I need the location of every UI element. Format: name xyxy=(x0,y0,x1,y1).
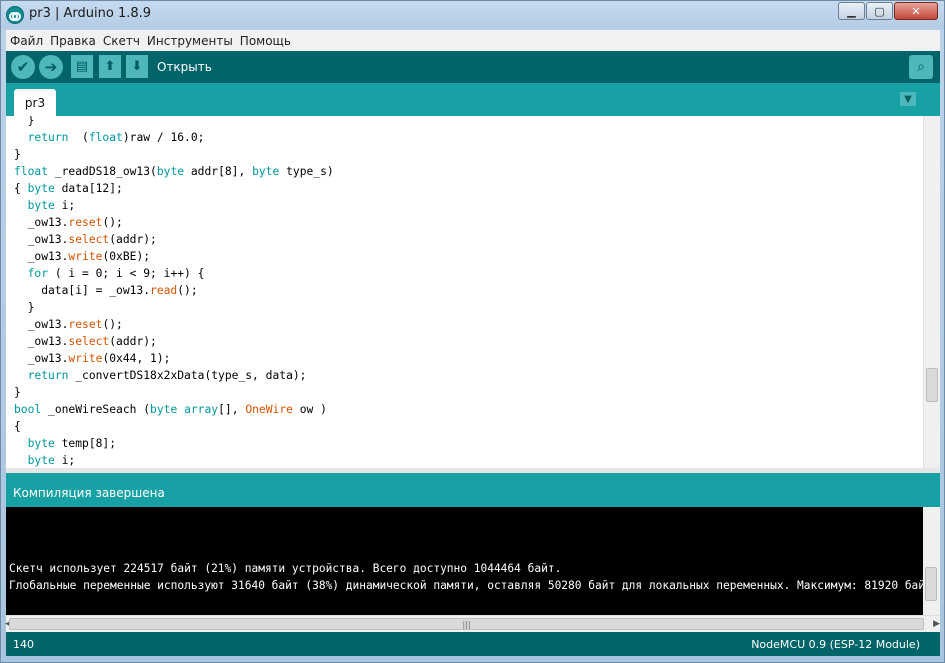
code-line[interactable]: float _readDS18_ow13(byte addr[8], byte … xyxy=(14,163,334,180)
status-message: Компиляция завершена xyxy=(13,486,165,500)
save-sketch-button[interactable]: ⬇ xyxy=(126,55,148,78)
console-hscroll-thumb[interactable]: ||| xyxy=(9,618,924,630)
editor-scroll-thumb[interactable] xyxy=(926,368,938,402)
close-button[interactable]: ✕ xyxy=(894,2,938,20)
code-line[interactable]: data[i] = _ow13.read(); xyxy=(14,282,334,299)
code-line[interactable]: _ow13.reset(); xyxy=(14,214,334,231)
code-text[interactable]: } return (float)raw / 16.0;} float _readD… xyxy=(14,116,334,468)
code-line[interactable]: } xyxy=(14,384,334,401)
editor-vertical-scrollbar[interactable] xyxy=(923,116,940,468)
board-name: NodeMCU 0.9 (ESP-12 Module) xyxy=(751,638,920,651)
menu-sketch[interactable]: Скетч xyxy=(103,34,140,48)
code-line[interactable]: return (float)raw / 16.0; xyxy=(14,129,334,146)
maximize-button[interactable]: ▢ xyxy=(866,2,893,20)
tab-bar: pr3 ▼ xyxy=(6,83,940,116)
console-line: Глобальные переменные используют 31640 б… xyxy=(9,579,939,592)
new-sketch-button[interactable]: ▤ xyxy=(71,55,93,78)
code-line[interactable]: return _convertDS18x2xData(type_s, data)… xyxy=(14,367,334,384)
code-line[interactable]: _ow13.select(addr); xyxy=(14,333,334,350)
code-line[interactable]: } xyxy=(14,299,334,316)
menu-bar: Файл Правка Скетч Инструменты Помощь xyxy=(6,30,940,51)
scroll-right-icon[interactable]: ▶ xyxy=(933,619,940,629)
arduino-logo-icon xyxy=(6,6,24,24)
code-line[interactable]: _ow13.write(0x44, 1); xyxy=(14,350,334,367)
menu-edit[interactable]: Правка xyxy=(50,34,96,48)
code-line[interactable]: byte i; xyxy=(14,452,334,468)
open-sketch-button[interactable]: ⬆ xyxy=(99,55,121,78)
console-vertical-scrollbar[interactable] xyxy=(923,507,940,615)
menu-file[interactable]: Файл xyxy=(10,34,43,48)
title-bar[interactable]: pr3 | Arduino 1.8.9 ▁ ▢ ✕ xyxy=(1,1,944,29)
upload-button[interactable]: ➔ xyxy=(39,55,63,79)
serial-monitor-button[interactable]: ⌕ xyxy=(909,55,933,79)
code-line[interactable]: byte temp[8]; xyxy=(14,435,334,452)
console-horizontal-scrollbar[interactable]: ◀ ||| ▶ xyxy=(5,615,940,632)
tab-menu-button[interactable]: ▼ xyxy=(900,92,916,106)
bottom-status-bar: 140 NodeMCU 0.9 (ESP-12 Module) xyxy=(6,632,940,656)
verify-button[interactable]: ✔ xyxy=(11,55,35,79)
code-line[interactable]: _ow13.select(addr); xyxy=(14,231,334,248)
code-line[interactable]: _ow13.reset(); xyxy=(14,316,334,333)
toolbar: ✔ ➔ ▤ ⬆ ⬇ Открыть ⌕ xyxy=(6,51,940,83)
code-editor[interactable]: } return (float)raw / 16.0;} float _readD… xyxy=(6,116,940,468)
status-strip: Компиляция завершена xyxy=(6,473,940,507)
code-line[interactable]: } xyxy=(14,116,334,129)
code-line[interactable]: _ow13.write(0xBE); xyxy=(14,248,334,265)
code-line[interactable]: { byte data[12]; xyxy=(14,180,334,197)
menu-tools[interactable]: Инструменты xyxy=(147,34,233,48)
line-number: 140 xyxy=(13,638,34,651)
console-scroll-thumb[interactable] xyxy=(925,567,937,601)
arduino-window: pr3 | Arduino 1.8.9 ▁ ▢ ✕ Файл Правка Ск… xyxy=(0,0,945,663)
console-output[interactable]: Скетч использует 224517 байт (21%) памят… xyxy=(6,507,940,615)
menu-help[interactable]: Помощь xyxy=(240,34,291,48)
code-line[interactable]: bool _oneWireSeach (byte array[], OneWir… xyxy=(14,401,334,418)
code-line[interactable]: for ( i = 0; i < 9; i++) { xyxy=(14,265,334,282)
toolbar-hover-label: Открыть xyxy=(157,60,212,74)
window-controls: ▁ ▢ ✕ xyxy=(838,2,938,20)
console-line: Скетч использует 224517 байт (21%) памят… xyxy=(9,562,562,575)
code-line[interactable]: } xyxy=(14,146,334,163)
window-title: pr3 | Arduino 1.8.9 xyxy=(29,6,152,21)
code-line[interactable]: { xyxy=(14,418,334,435)
tab-pr3[interactable]: pr3 xyxy=(14,89,56,116)
code-line[interactable]: byte i; xyxy=(14,197,334,214)
minimize-button[interactable]: ▁ xyxy=(838,2,865,20)
